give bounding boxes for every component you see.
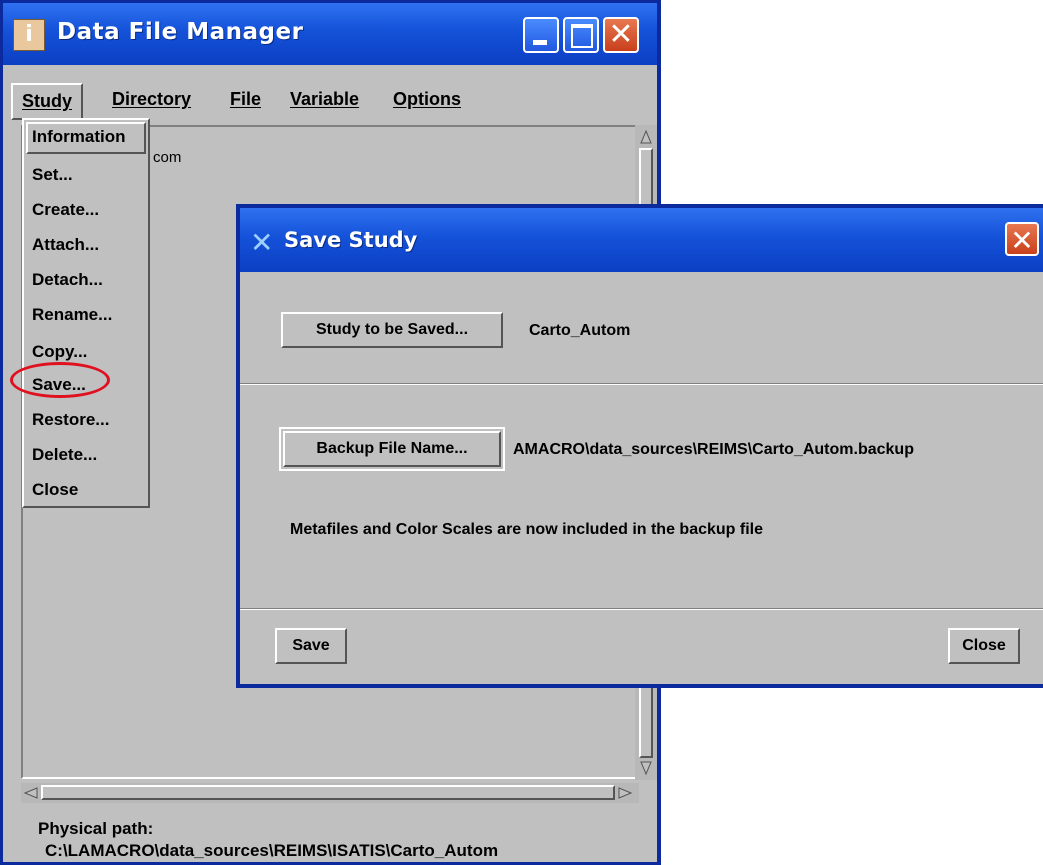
window-title: Data File Manager xyxy=(57,19,304,45)
study-to-be-saved-button[interactable]: Study to be Saved... xyxy=(281,312,503,348)
menu-item-delete[interactable]: Delete... xyxy=(32,445,97,465)
close-icon: ✕ xyxy=(608,17,634,52)
close-button[interactable]: Close xyxy=(948,628,1020,664)
menu-item-create[interactable]: Create... xyxy=(32,200,99,220)
divider xyxy=(240,608,1043,610)
menubar: Study Directory File Variable Options xyxy=(11,77,651,120)
menu-item-copy[interactable]: Copy... xyxy=(32,342,87,362)
dialog-titlebar[interactable]: ✕ Save Study ✕ xyxy=(240,208,1043,272)
physical-path-label: Physical path: xyxy=(38,819,154,838)
menu-item-restore[interactable]: Restore... xyxy=(32,410,109,430)
scroll-right-icon[interactable] xyxy=(617,785,633,801)
horizontal-scroll-thumb[interactable] xyxy=(41,785,615,800)
menu-file[interactable]: File xyxy=(221,83,270,116)
backup-file-name-button[interactable]: Backup File Name... xyxy=(279,427,505,471)
menu-item-attach[interactable]: Attach... xyxy=(32,235,99,255)
menu-item-rename[interactable]: Rename... xyxy=(32,305,112,325)
divider xyxy=(240,383,1043,385)
info-icon: i xyxy=(13,19,45,51)
main-titlebar[interactable]: i Data File Manager ✕ xyxy=(3,3,657,65)
maximize-button[interactable] xyxy=(563,17,599,53)
scroll-left-icon[interactable] xyxy=(23,785,39,801)
close-window-button[interactable]: ✕ xyxy=(603,17,639,53)
list-item[interactable]: com xyxy=(153,149,181,166)
menu-options[interactable]: Options xyxy=(384,83,470,116)
backup-file-value: AMACRO\data_sources\REIMS\Carto_Autom.ba… xyxy=(513,441,914,458)
save-study-dialog: ✕ Save Study ✕ Study to be Saved... Cart… xyxy=(236,204,1043,688)
study-dropdown-menu: Information Set... Create... Attach... D… xyxy=(22,118,150,508)
menu-item-detach[interactable]: Detach... xyxy=(32,270,103,290)
minimize-button[interactable] xyxy=(523,17,559,53)
menu-variable[interactable]: Variable xyxy=(281,83,368,116)
menu-item-close[interactable]: Close xyxy=(32,480,78,500)
scroll-up-icon[interactable] xyxy=(639,128,653,146)
menu-directory[interactable]: Directory xyxy=(103,83,200,116)
menu-study[interactable]: Study xyxy=(11,83,84,120)
physical-path-value: C:\LAMACRO\data_sources\REIMS\ISATIS\Car… xyxy=(45,841,499,860)
x-logo-icon: ✕ xyxy=(250,226,274,259)
highlight-circle xyxy=(10,362,110,398)
backup-note: Metafiles and Color Scales are now inclu… xyxy=(290,521,763,538)
scroll-down-icon[interactable] xyxy=(639,759,653,777)
save-button[interactable]: Save xyxy=(275,628,347,664)
menu-item-set[interactable]: Set... xyxy=(32,165,73,185)
dialog-title: Save Study xyxy=(284,228,418,252)
dialog-close-icon[interactable]: ✕ xyxy=(1005,222,1039,257)
menu-item-information[interactable]: Information xyxy=(32,127,126,147)
study-value: Carto_Autom xyxy=(529,322,631,339)
